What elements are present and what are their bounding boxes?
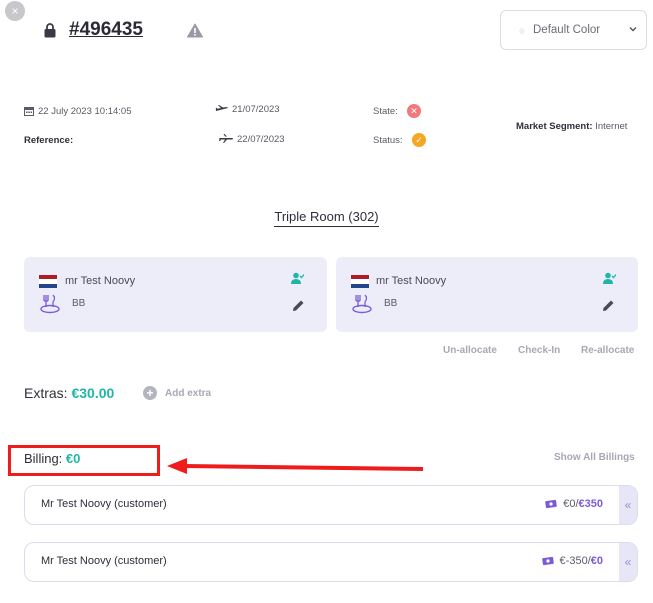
booking-number[interactable]: #496435 (69, 19, 143, 41)
reallocate-link[interactable]: Re-allocate (581, 345, 634, 356)
color-select-label: Default Color (533, 24, 601, 36)
room-title-text[interactable]: Triple Room (302) (274, 209, 379, 227)
billing-row[interactable]: Mr Test Noovy (customer) €0/€350 « (24, 485, 638, 525)
double-chevron-left-icon[interactable]: « (619, 486, 637, 524)
departure-date: 21/07/2023 (232, 104, 280, 115)
plane-arrival-icon (219, 134, 233, 143)
room-title[interactable]: Triple Room (302) (0, 209, 653, 227)
state-x-icon: ✕ (407, 104, 421, 118)
meal-icon (352, 294, 372, 314)
created-date: 22 July 2023 10:14:05 (38, 106, 132, 117)
close-button[interactable]: × (5, 1, 25, 21)
extras-amount: €30.00 (71, 385, 115, 401)
checkin-link[interactable]: Check-In (518, 345, 560, 356)
double-chevron-left-icon[interactable]: « (619, 543, 637, 581)
arrival-date: 22/07/2023 (237, 134, 285, 145)
color-select[interactable]: Default Color (500, 10, 647, 50)
status-label: Status: (373, 135, 403, 146)
guest-card[interactable]: mr Test Noovy BB (24, 257, 327, 332)
meal-plan: BB (384, 298, 398, 309)
flag-nl-icon (39, 275, 57, 288)
add-extra-button[interactable]: + Add extra (143, 386, 211, 400)
billing-total: €0 (590, 555, 603, 567)
billing-row-name: Mr Test Noovy (customer) (41, 498, 167, 510)
billing-total: €350 (578, 498, 603, 510)
status-check-icon: ✓ (412, 133, 426, 147)
add-extra-label[interactable]: Add extra (165, 388, 211, 399)
market-segment-label: Market Segment: (516, 121, 593, 132)
state-label: State: (373, 106, 398, 117)
billing-row-amount: €0/€350 (545, 498, 603, 510)
edit-pencil-icon[interactable] (292, 299, 305, 312)
color-swatch (519, 28, 525, 34)
billing-row[interactable]: Mr Test Noovy (customer) €-350/€0 « (24, 542, 638, 582)
guest-check-icon[interactable] (291, 272, 304, 285)
reference-label: Reference: (24, 135, 74, 146)
billing-row-amount: €-350/€0 (541, 555, 603, 567)
highlight-box (8, 445, 160, 476)
plane-departure-icon (215, 105, 228, 111)
money-icon (541, 556, 554, 566)
plus-icon: + (143, 386, 157, 400)
guest-card[interactable]: mr Test Noovy BB (336, 257, 638, 332)
calendar-icon (24, 107, 34, 116)
lock-icon (44, 23, 56, 38)
guest-name[interactable]: mr Test Noovy (65, 275, 135, 287)
show-all-billings-link[interactable]: Show All Billings (554, 452, 635, 463)
extras-label: Extras: (24, 385, 68, 401)
extras-summary: Extras: €30.00 (24, 385, 114, 401)
meal-icon (40, 294, 60, 314)
billing-row-name: Mr Test Noovy (customer) (41, 555, 167, 567)
money-icon (545, 499, 558, 509)
billing-paid: €0 (563, 498, 576, 510)
meal-plan: BB (72, 298, 86, 309)
chevron-down-icon (629, 27, 637, 32)
edit-pencil-icon[interactable] (602, 299, 615, 312)
billing-paid: €-350 (559, 555, 588, 567)
annotation-arrow (167, 458, 424, 474)
market-segment: Market Segment: Internet (516, 121, 627, 132)
warning-icon (187, 23, 203, 38)
guest-name[interactable]: mr Test Noovy (376, 275, 446, 287)
flag-nl-icon (351, 275, 369, 288)
market-segment-value: Internet (595, 121, 628, 132)
unallocate-link[interactable]: Un-allocate (443, 345, 497, 356)
guest-check-icon[interactable] (603, 272, 616, 285)
